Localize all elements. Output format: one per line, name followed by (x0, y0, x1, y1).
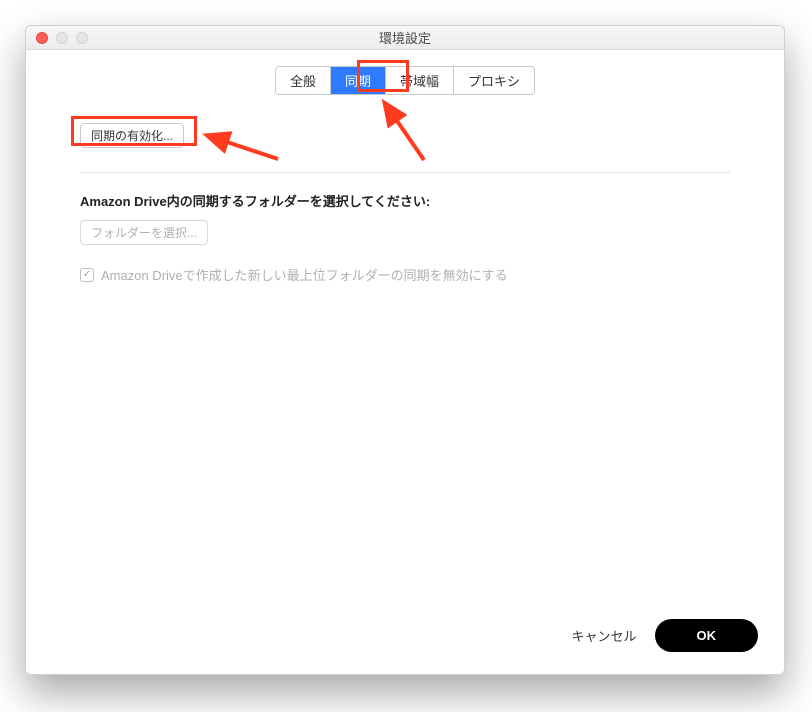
body: 同期の有効化... Amazon Drive内の同期するフォルダーを選択してくだ… (26, 95, 784, 603)
enable-sync-button[interactable]: 同期の有効化... (80, 123, 184, 148)
checkbox-row: ✓ Amazon Driveで作成した新しい最上位フォルダーの同期を無効にする (80, 265, 730, 284)
divider (80, 172, 730, 173)
footer: キャンセル OK (26, 603, 784, 674)
tab-general[interactable]: 全般 (276, 67, 331, 94)
minimize-button[interactable] (56, 32, 68, 44)
select-folder-label: Amazon Drive内の同期するフォルダーを選択してください: (80, 191, 730, 210)
zoom-button[interactable] (76, 32, 88, 44)
ok-button[interactable]: OK (655, 619, 759, 652)
tabs: 全般 同期 帯域幅 プロキシ (26, 50, 784, 95)
checkbox-label: Amazon Driveで作成した新しい最上位フォルダーの同期を無効にする (101, 265, 508, 284)
segmented-control: 全般 同期 帯域幅 プロキシ (275, 66, 535, 95)
content: 全般 同期 帯域幅 プロキシ 同期の有効化... Amazon Drive内の同… (26, 50, 784, 674)
titlebar: 環境設定 (26, 26, 784, 50)
tab-sync[interactable]: 同期 (331, 67, 386, 94)
tab-bandwidth[interactable]: 帯域幅 (386, 67, 454, 94)
traffic-lights (26, 32, 88, 44)
preferences-window: 環境設定 全般 同期 帯域幅 プロキシ 同期の有効化... Amazon Dri… (25, 25, 785, 675)
cancel-button[interactable]: キャンセル (571, 626, 636, 645)
disable-new-folder-sync-checkbox[interactable]: ✓ (80, 268, 94, 282)
tab-proxy[interactable]: プロキシ (454, 67, 534, 94)
select-folder-button: フォルダーを選択... (80, 220, 208, 245)
window-title: 環境設定 (26, 28, 784, 47)
close-button[interactable] (36, 32, 48, 44)
